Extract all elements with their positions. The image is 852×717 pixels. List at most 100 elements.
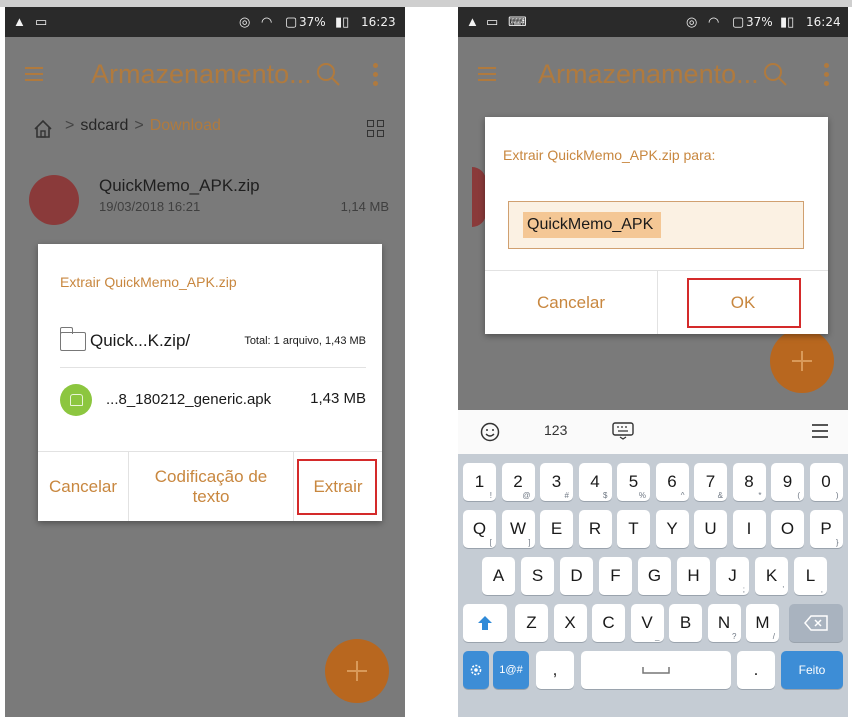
add-fab-button[interactable]: [770, 329, 834, 393]
keyboard-menu-icon[interactable]: [812, 424, 828, 438]
more-options-icon[interactable]: [373, 63, 379, 87]
warning-icon: ▲: [13, 14, 26, 29]
key-e[interactable]: E: [540, 510, 573, 548]
backspace-key[interactable]: [789, 604, 843, 642]
file-list-item[interactable]: QuickMemo_APK.zip 19/03/2018 16:21 1,14 …: [25, 169, 395, 229]
key-f[interactable]: F: [599, 557, 632, 595]
apk-entry-size: 1,43 MB: [310, 390, 366, 407]
android-apk-icon: [60, 384, 92, 416]
key-z[interactable]: Z: [515, 604, 548, 642]
folder-icon: [59, 327, 86, 351]
key-label: 1: [474, 472, 485, 491]
key-t[interactable]: T: [617, 510, 650, 548]
key-b[interactable]: B: [669, 604, 702, 642]
key-label: P: [820, 519, 832, 538]
key-x[interactable]: X: [553, 604, 587, 642]
key-v[interactable]: V _: [630, 604, 664, 642]
key-0[interactable]: 0): [809, 463, 843, 501]
comma-key[interactable]: ,: [536, 651, 574, 689]
more-options-icon[interactable]: [824, 63, 830, 87]
dialog-title: Extrair QuickMemo_APK.zip para:: [503, 147, 716, 163]
period-key[interactable]: .: [737, 651, 775, 689]
key-s[interactable]: S: [521, 557, 554, 595]
status-bar: ▲ ▭ ◎ ◠ ▢ 37% ▮▯ 16:23: [5, 7, 405, 37]
symbols-key[interactable]: 1@#: [493, 651, 529, 689]
cancel-button[interactable]: Cancelar: [38, 452, 128, 521]
folder-name-input[interactable]: [509, 202, 803, 248]
left-phone-screen: ▲ ▭ ◎ ◠ ▢ 37% ▮▯ 16:23 Armazenamento... …: [5, 7, 405, 717]
key-q[interactable]: Q[: [463, 510, 496, 548]
key-a[interactable]: A: [482, 557, 515, 595]
battery-level: 37%: [746, 15, 773, 29]
app-bar: Armazenamento...: [5, 37, 405, 109]
keyboard: 123 1! 2 @3 #4 $5% 6 ^ 7 & 8 * 9(0) Q[W] E R T Y U I O P} A S D…: [458, 410, 848, 717]
key-label: 4: [590, 472, 600, 491]
key-p[interactable]: P}: [809, 510, 843, 548]
space-key[interactable]: [581, 651, 731, 689]
key-g[interactable]: G: [638, 557, 671, 595]
key-1[interactable]: 1!: [463, 463, 496, 501]
key-m[interactable]: M /: [746, 604, 779, 642]
text-encoding-label-line2: texto: [192, 486, 230, 506]
key-label: 7: [705, 472, 716, 491]
keyboard-toolbar: 123: [458, 410, 848, 454]
key-l[interactable]: L,: [794, 557, 827, 595]
key-label: J: [728, 566, 737, 585]
key-label: Y: [666, 519, 678, 538]
key-5[interactable]: 5%: [617, 463, 650, 501]
key-9[interactable]: 9(: [771, 463, 804, 501]
key-w[interactable]: W]: [501, 510, 535, 548]
key-j[interactable]: J;: [716, 557, 749, 595]
key-4[interactable]: 4 $: [578, 463, 612, 501]
key-3[interactable]: 3 #: [540, 463, 573, 501]
folder-name-field[interactable]: [508, 201, 804, 249]
breadcrumb-separator: >: [65, 117, 75, 134]
key-label: H: [687, 566, 700, 585]
search-icon[interactable]: [315, 61, 341, 87]
key-label: V: [641, 613, 653, 632]
highlight-box: [297, 459, 377, 515]
extract-dialog: Extrair QuickMemo_APK.zip Quick...K.zip/…: [38, 244, 382, 521]
shift-key[interactable]: [463, 604, 507, 642]
grid-view-icon[interactable]: [367, 120, 385, 138]
add-fab-button[interactable]: [325, 639, 389, 703]
page-title: Armazenamento...: [91, 59, 312, 89]
key-h[interactable]: H: [677, 557, 710, 595]
key-alt-label: ;: [742, 585, 745, 594]
key-n[interactable]: N?: [707, 604, 741, 642]
key-7[interactable]: 7 &: [694, 463, 727, 501]
key-label: O: [780, 519, 795, 538]
key-d[interactable]: D: [560, 557, 593, 595]
keyboard-hide-icon[interactable]: [612, 422, 634, 440]
menu-icon[interactable]: [478, 67, 496, 81]
zip-entry-total: Total: 1 arquivo, 1,43 MB: [244, 335, 366, 347]
key-8[interactable]: 8 *: [732, 463, 766, 501]
symbols-key-label: 1@#: [499, 664, 523, 676]
key-u[interactable]: U: [694, 510, 727, 548]
menu-icon[interactable]: [25, 67, 43, 81]
key-label: 6: [667, 472, 677, 491]
key-k[interactable]: K ': [755, 557, 788, 595]
key-i[interactable]: I: [732, 510, 766, 548]
key-label: D: [570, 566, 583, 585]
backspace-icon: [804, 615, 828, 631]
key-r[interactable]: R: [578, 510, 612, 548]
numbers-tab[interactable]: 123: [544, 422, 567, 438]
key-c[interactable]: C: [592, 604, 625, 642]
done-key[interactable]: Feito: [781, 651, 843, 689]
text-encoding-label-line1: Codificação de: [154, 466, 268, 486]
key-alt-label: ^: [680, 491, 685, 500]
key-o[interactable]: O: [771, 510, 804, 548]
key-6[interactable]: 6 ^: [655, 463, 689, 501]
text-encoding-button[interactable]: Codificação de texto: [129, 452, 293, 521]
emoji-icon[interactable]: [480, 422, 500, 442]
search-icon[interactable]: [762, 61, 788, 87]
key-y[interactable]: Y: [655, 510, 689, 548]
cancel-button[interactable]: Cancelar: [485, 271, 657, 334]
breadcrumb-sdcard[interactable]: sdcard: [80, 117, 128, 134]
key-2[interactable]: 2 @: [501, 463, 535, 501]
breadcrumb-download[interactable]: Download: [150, 117, 221, 134]
home-icon[interactable]: [33, 119, 53, 139]
key-label: E: [550, 519, 563, 538]
keyboard-settings-key[interactable]: [463, 651, 489, 689]
